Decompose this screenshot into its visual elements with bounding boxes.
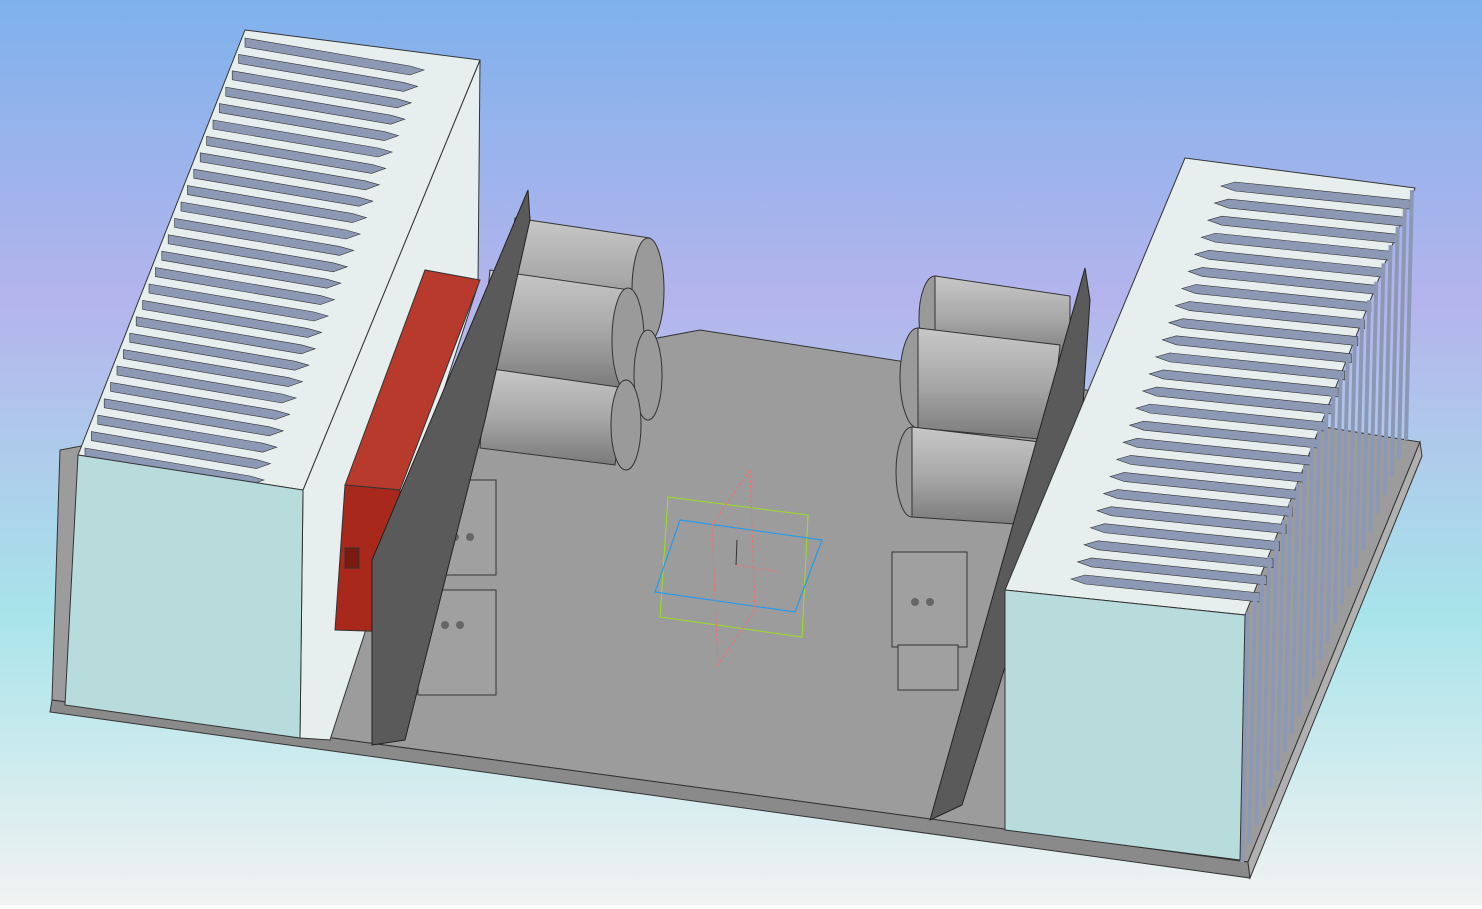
right-transistor-clips[interactable] (891, 551, 968, 691)
cad-3d-viewport[interactable] (0, 0, 1482, 905)
right-heatsink-front (1004, 589, 1246, 861)
red-block-notch (344, 547, 360, 569)
cad-scene[interactable] (0, 0, 1482, 905)
capacitor (899, 327, 1061, 441)
left-heatsink-front (64, 454, 304, 739)
